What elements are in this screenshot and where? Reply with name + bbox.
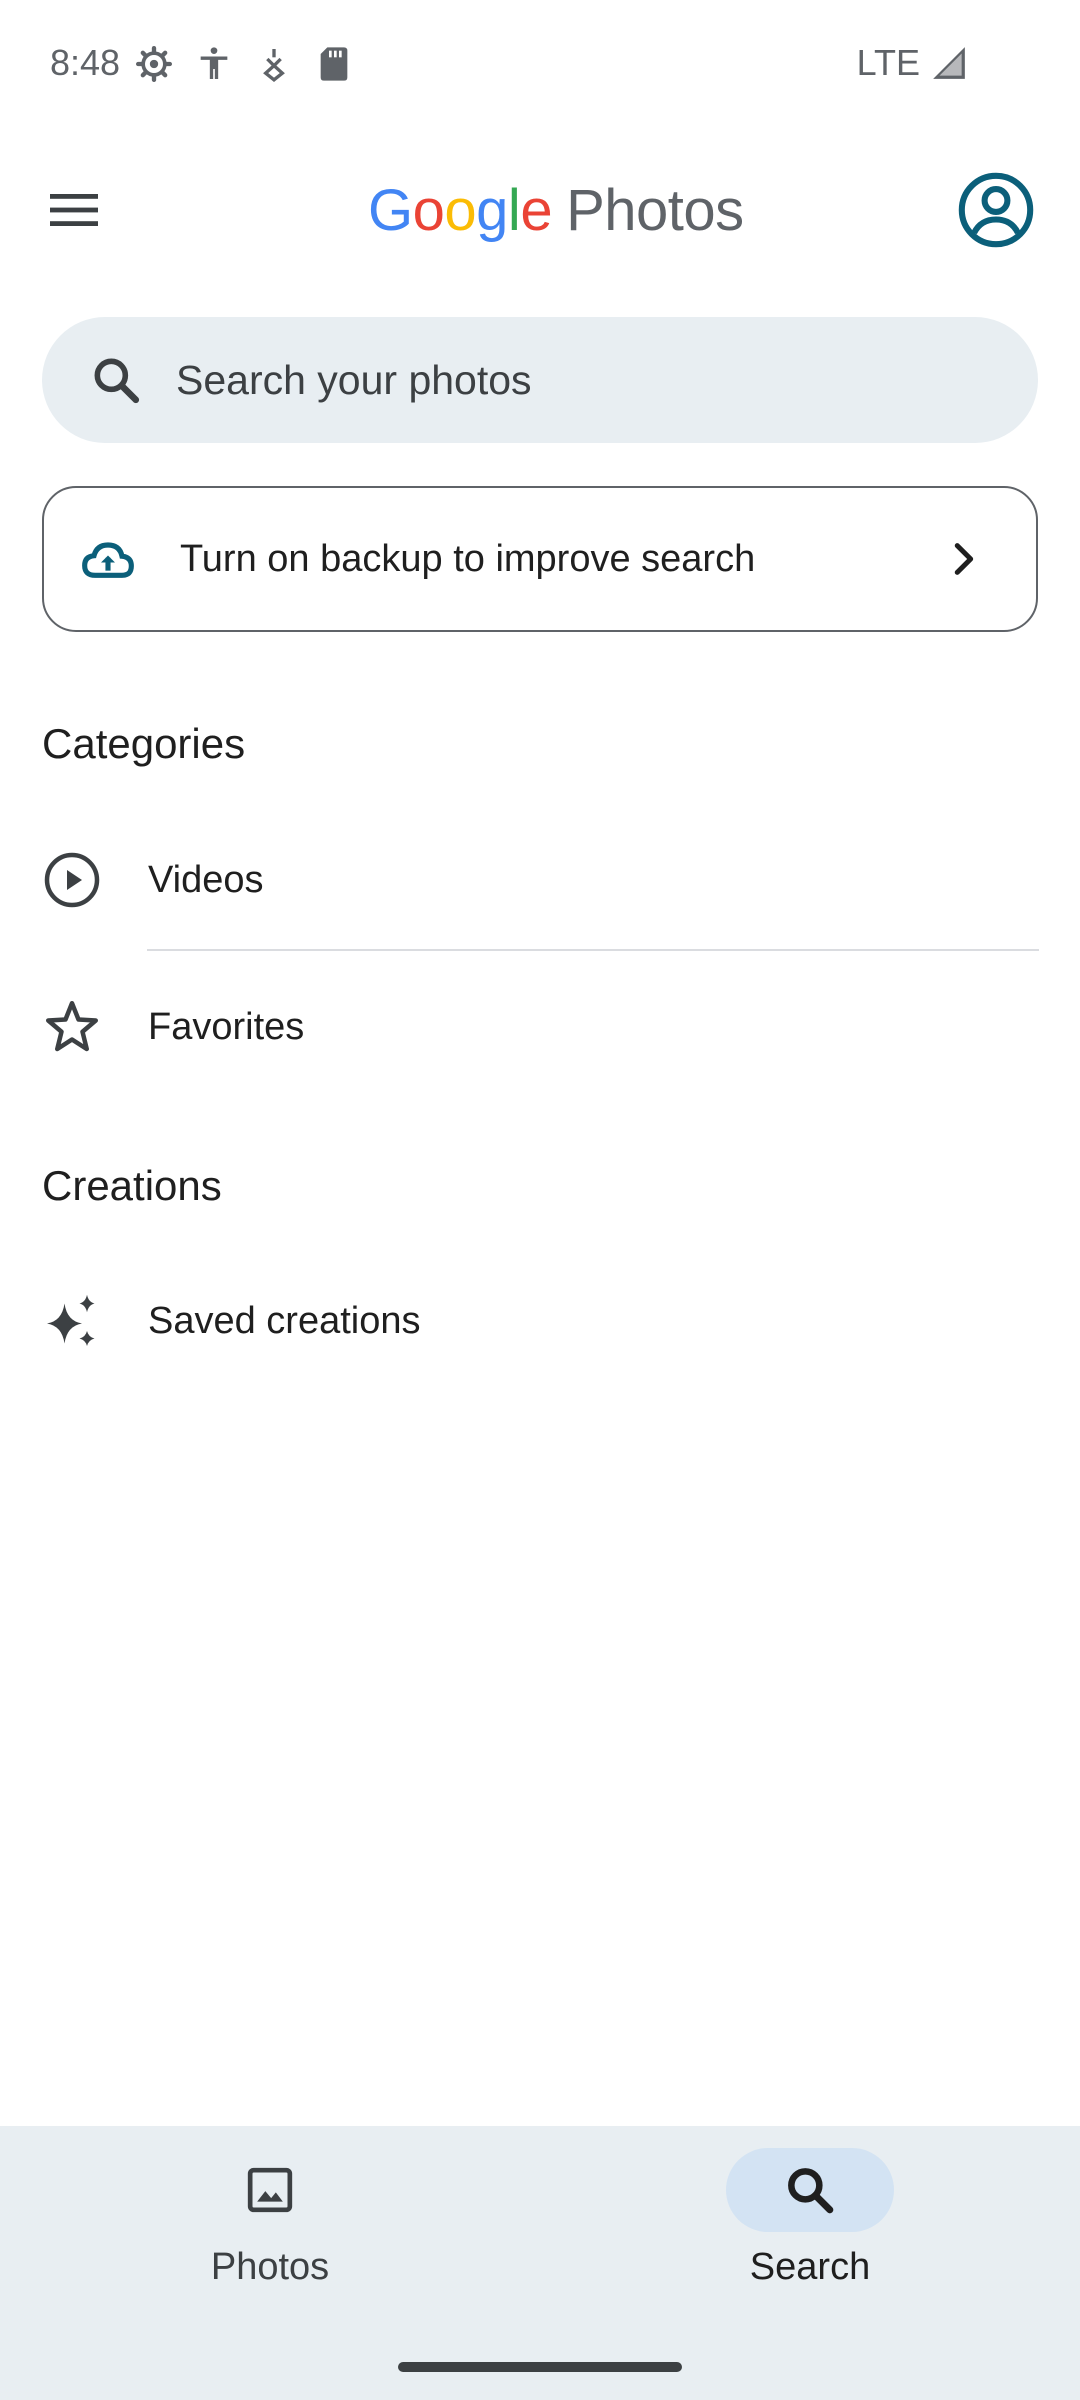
- logo-letter: g: [476, 177, 508, 243]
- chevron-right-icon: [954, 543, 974, 575]
- nav-tab-label: Photos: [210, 2246, 330, 2288]
- search-icon: [94, 358, 140, 404]
- play-circle-icon: [44, 852, 100, 908]
- categories-heading: Categories: [42, 720, 246, 767]
- accessibility-icon: [200, 47, 228, 79]
- star-outline-icon: [46, 1001, 98, 1052]
- sd-card-icon: [320, 47, 348, 81]
- screen: 8:48 LTE Google Photos Search your photo…: [0, 0, 1080, 2400]
- category-item-favorites[interactable]: Favorites: [0, 972, 1080, 1082]
- logo-letter: o: [444, 177, 477, 243]
- top-app-bar: Google Photos: [0, 160, 1080, 260]
- status-network: LTE: [857, 42, 968, 84]
- network-type: LTE: [856, 42, 920, 83]
- nav-tab-search[interactable]: Search: [540, 2126, 1080, 2306]
- logo-photos-word: Photos: [566, 177, 744, 243]
- status-bar: 8:48 LTE: [0, 0, 1080, 130]
- creation-item-saved[interactable]: Saved creations: [0, 1266, 1080, 1376]
- settings-gear-icon: [136, 46, 172, 83]
- logo-letter: l: [507, 177, 521, 243]
- sparkle-icon: [47, 1294, 95, 1346]
- account-button[interactable]: [958, 172, 1034, 248]
- backup-prompt-label: Turn on backup to improve search: [180, 537, 756, 580]
- menu-button[interactable]: [38, 180, 110, 240]
- photo-icon: [247, 2167, 293, 2213]
- list-divider: [147, 949, 1039, 951]
- logo-google-wordmark: Google: [368, 177, 553, 244]
- backup-prompt-card[interactable]: Turn on backup to improve search: [42, 486, 1038, 632]
- hamburger-menu-icon: [50, 194, 98, 226]
- logo-letter: o: [412, 177, 445, 243]
- nav-tab-label: Search: [749, 2246, 871, 2288]
- logo-letter: e: [520, 177, 553, 243]
- account-circle-icon: [958, 172, 1034, 248]
- search-input[interactable]: Search your photos: [42, 317, 1038, 443]
- nav-tab-search-pill: [726, 2148, 894, 2232]
- signal-icon: [933, 47, 965, 79]
- gesture-navigation-bar[interactable]: [398, 2362, 682, 2372]
- nav-tab-photos[interactable]: Photos: [0, 2126, 540, 2306]
- category-label: Videos: [148, 858, 264, 901]
- search-placeholder: Search your photos: [176, 356, 532, 403]
- vpn-key-icon: [263, 49, 285, 82]
- search-icon: [788, 2168, 834, 2214]
- status-notification-icons: [134, 44, 354, 84]
- creations-heading: Creations: [42, 1162, 222, 1209]
- google-photos-logo: Google Photos: [368, 174, 744, 246]
- creation-label: Saved creations: [148, 1299, 421, 1342]
- status-time: 8:48: [50, 42, 121, 83]
- cloud-upload-icon: [82, 542, 134, 578]
- bottom-navigation: Photos Search: [0, 2126, 1080, 2400]
- logo-letter: G: [368, 177, 413, 243]
- category-label: Favorites: [148, 1005, 305, 1048]
- category-item-videos[interactable]: Videos: [0, 825, 1080, 935]
- nav-tab-photos-pill: [186, 2148, 354, 2232]
